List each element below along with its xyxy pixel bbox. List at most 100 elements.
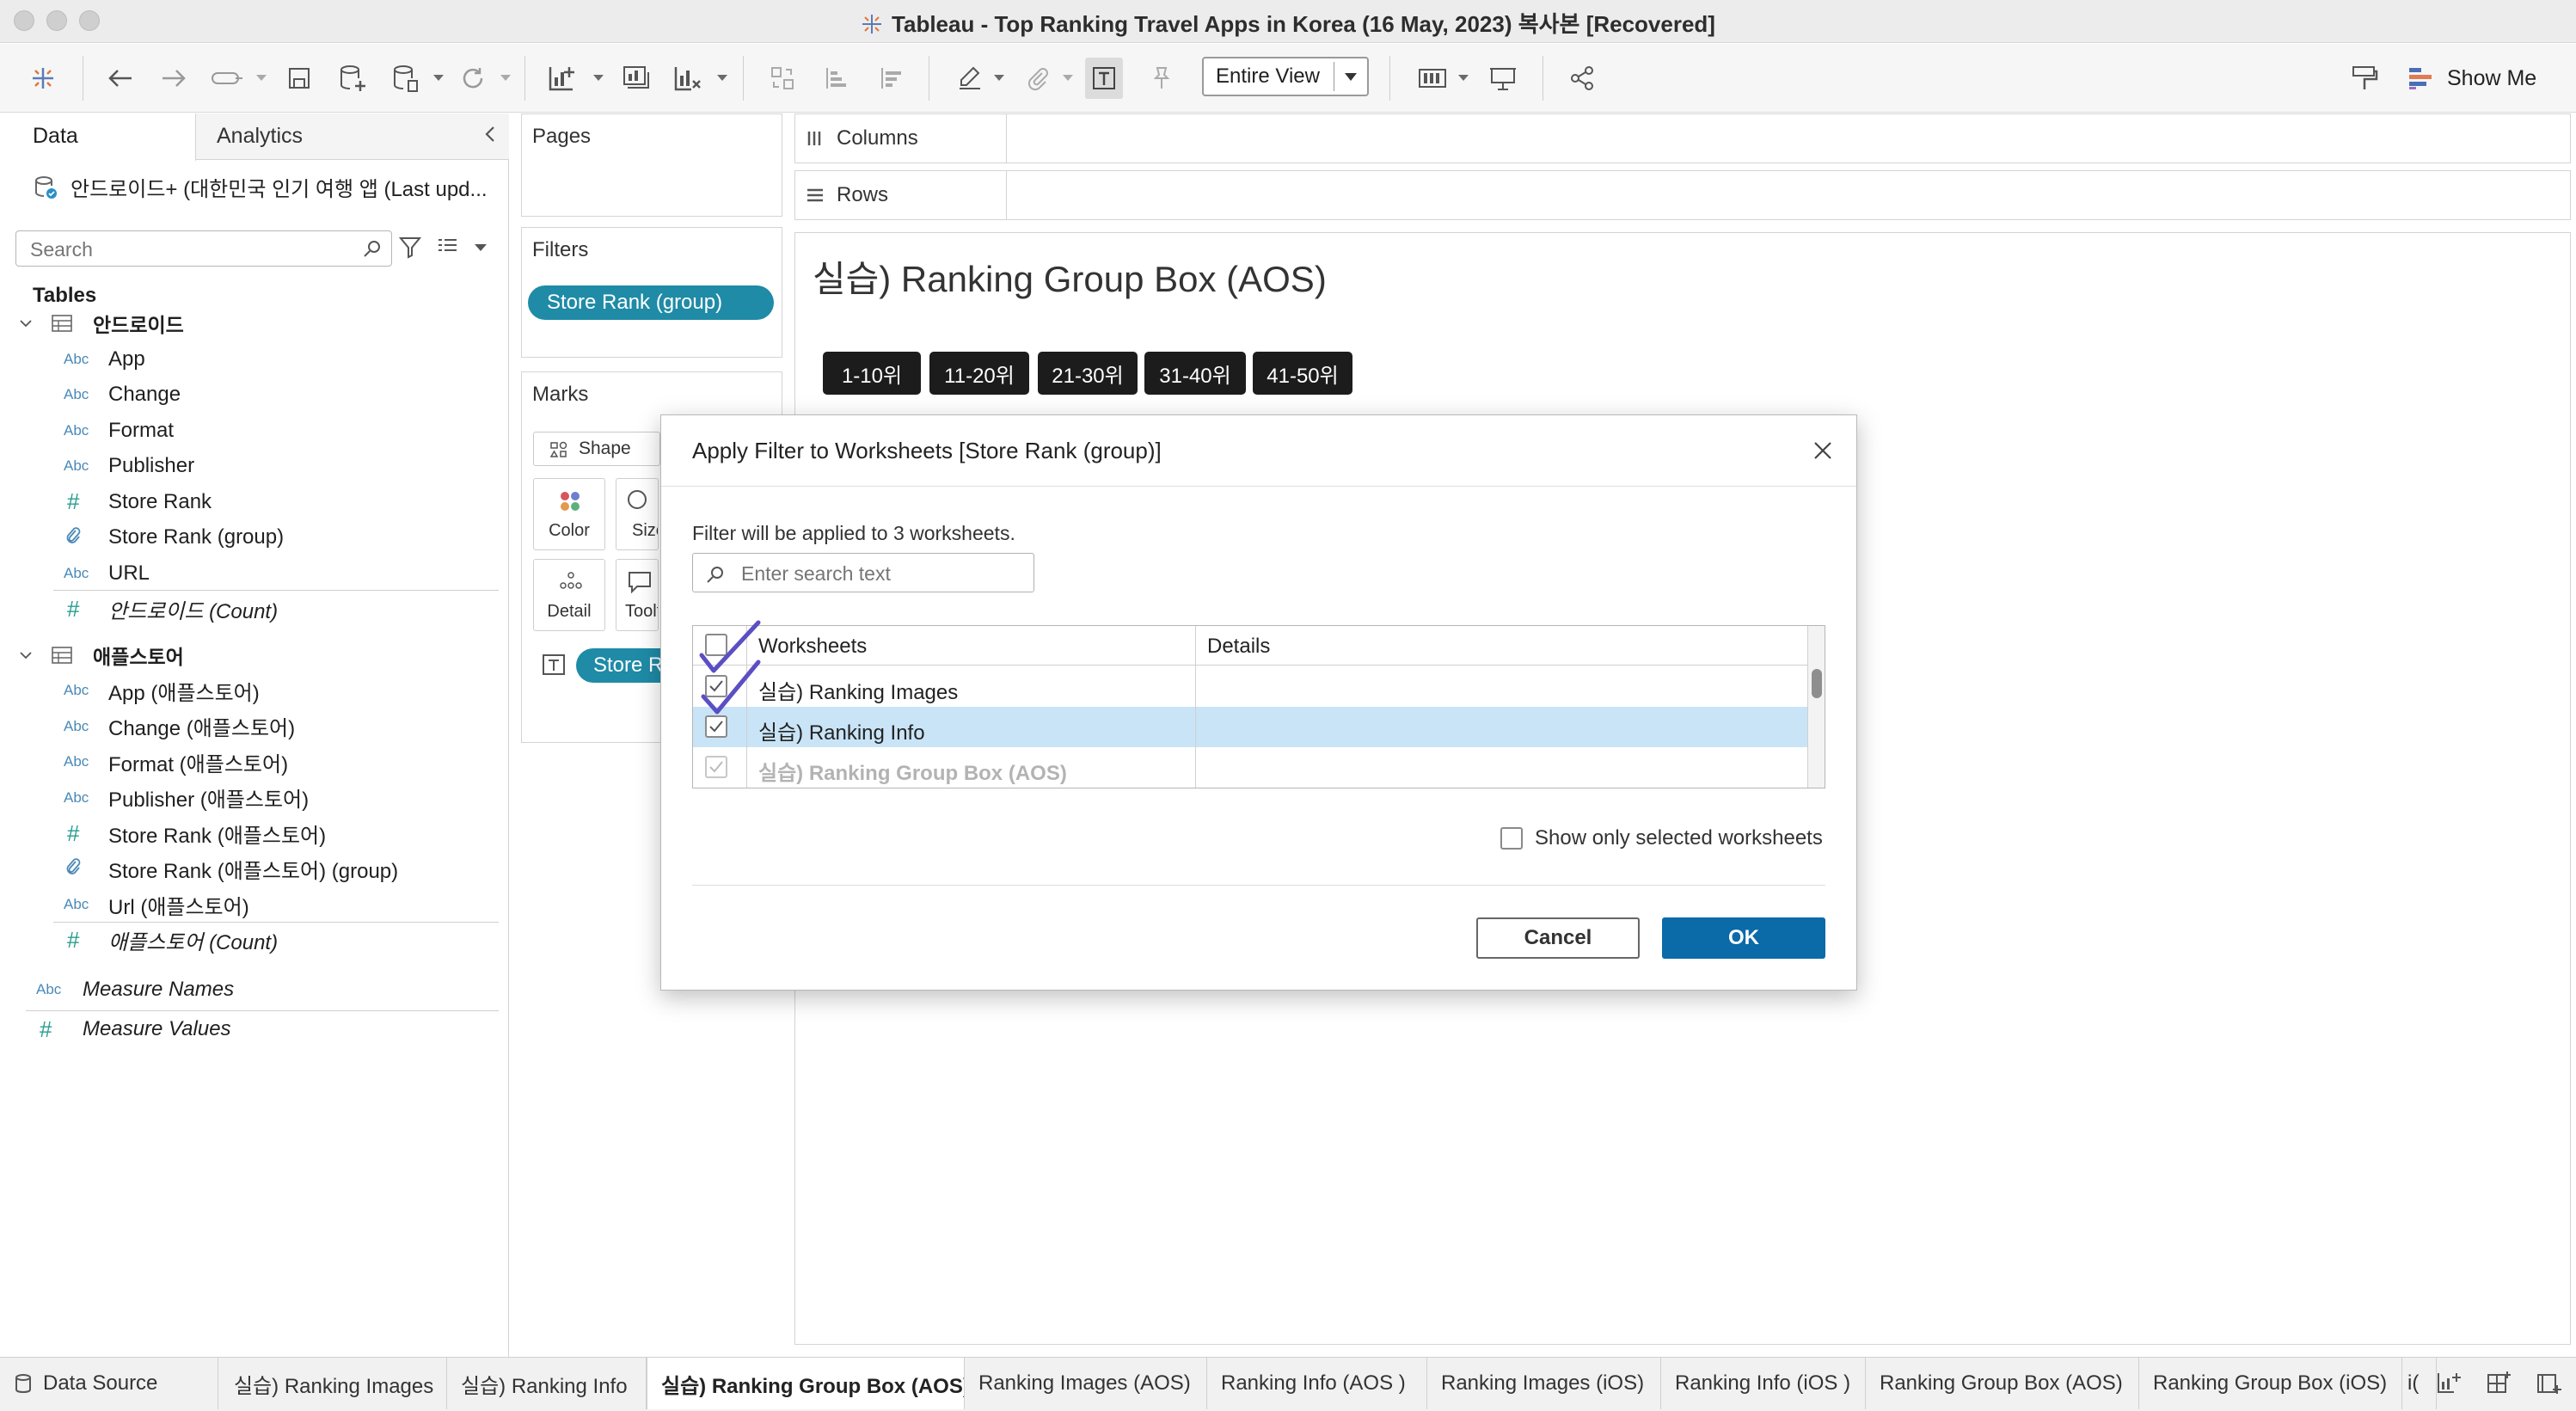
- text-mark-icon[interactable]: [542, 653, 566, 676]
- share-icon[interactable]: [1565, 61, 1599, 95]
- field-search-input[interactable]: [30, 238, 357, 261]
- tab-sheet[interactable]: Ranking Group Box (AOS): [1866, 1358, 2139, 1409]
- show-only-selected-checkbox[interactable]: [1500, 827, 1523, 850]
- field-item[interactable]: Abc App (애플스토어): [64, 673, 260, 708]
- tab-sheet[interactable]: Ranking Info (AOS ): [1207, 1358, 1427, 1409]
- field-item[interactable]: Store Rank (애플스토어) (group): [64, 852, 398, 886]
- save-icon[interactable]: [282, 61, 316, 95]
- field-search[interactable]: [15, 230, 392, 267]
- group-type-icon: [64, 856, 108, 881]
- sort-descending-icon[interactable]: [874, 61, 908, 95]
- new-dashboard-icon[interactable]: [2485, 1370, 2512, 1397]
- close-icon[interactable]: [1810, 438, 1836, 463]
- table-item[interactable]: 안드로이드: [19, 306, 184, 340]
- tab-sheet[interactable]: Ranking Images (iOS): [1427, 1358, 1661, 1409]
- tab-sheet[interactable]: 실습) Ranking Images: [220, 1358, 447, 1409]
- worksheet-checkbox[interactable]: [705, 715, 727, 738]
- tab-data[interactable]: Data: [0, 113, 196, 161]
- datasource-item[interactable]: 안드로이드+ (대한민국 인기 여행 앱 (Last upd...: [33, 172, 488, 202]
- field-item[interactable]: # 안드로이드 (Count): [64, 592, 278, 626]
- chevron-down-icon[interactable]: [19, 316, 33, 330]
- filter-pill-store-rank-group[interactable]: Store Rank (group): [528, 285, 774, 320]
- list-view-icon[interactable]: [435, 236, 459, 258]
- new-worksheet-icon[interactable]: [545, 61, 580, 95]
- detail-mark-button[interactable]: Detail: [533, 559, 605, 631]
- tooltip-mark-button[interactable]: Tooltip: [616, 559, 659, 631]
- field-item[interactable]: Store Rank (group): [64, 520, 284, 555]
- show-me-button[interactable]: Show Me: [2407, 64, 2536, 93]
- field-item[interactable]: Abc Format: [64, 414, 174, 448]
- tab-sheet[interactable]: Ranking Info (iOS ): [1661, 1358, 1866, 1409]
- show-cards-icon[interactable]: [1415, 61, 1450, 95]
- filter-icon[interactable]: [397, 234, 423, 260]
- marks-pill-store-rank-group[interactable]: Store Rank (group): [576, 648, 662, 683]
- measure-values-item[interactable]: # Measure Values: [36, 1012, 231, 1046]
- rank-button-4[interactable]: 31-40위: [1144, 352, 1246, 395]
- measure-names-item[interactable]: Abc Measure Names: [36, 972, 234, 1007]
- mark-type-dropdown[interactable]: Shape: [533, 432, 660, 466]
- refresh-icon[interactable]: [456, 61, 490, 95]
- field-item[interactable]: # Store Rank (애플스토어): [64, 816, 326, 850]
- number-type-icon: #: [67, 595, 80, 622]
- collapse-pane-icon[interactable]: [481, 124, 499, 150]
- string-type-icon: Abc: [64, 896, 89, 912]
- show-only-selected-option[interactable]: Show only selected worksheets: [1500, 826, 1823, 850]
- tab-sheet-active[interactable]: 실습) Ranking Group Box (AOS): [647, 1358, 965, 1409]
- swap-rows-columns-icon[interactable]: [765, 61, 800, 95]
- replay-icon[interactable]: [210, 61, 244, 95]
- clear-sheet-icon[interactable]: [671, 61, 705, 95]
- worksheet-row[interactable]: 실습) Ranking Info: [693, 707, 1807, 747]
- field-item[interactable]: # Store Rank: [64, 485, 212, 519]
- presentation-mode-icon[interactable]: [1486, 61, 1520, 95]
- new-datasource-icon[interactable]: [335, 61, 370, 95]
- rank-button-5[interactable]: 41-50위: [1253, 352, 1352, 395]
- rank-button-3[interactable]: 21-30위: [1038, 352, 1138, 395]
- tab-analytics[interactable]: Analytics: [217, 124, 303, 149]
- tab-sheet[interactable]: Ranking Group Box (iOS): [2139, 1358, 2402, 1409]
- field-item[interactable]: # 애플스토어 (Count): [64, 923, 278, 958]
- highlight-icon[interactable]: [953, 61, 987, 95]
- fix-axes-icon[interactable]: [1144, 61, 1178, 95]
- format-painter-icon[interactable]: [2347, 61, 2382, 95]
- rank-button-2[interactable]: 11-20위: [929, 352, 1029, 395]
- field-item[interactable]: Abc Change (애플스토어): [64, 709, 295, 744]
- worksheet-checkbox[interactable]: [705, 675, 727, 697]
- tab-data-source[interactable]: Data Source: [0, 1358, 218, 1409]
- select-all-checkbox[interactable]: [705, 634, 727, 656]
- cancel-button[interactable]: Cancel: [1476, 917, 1640, 959]
- rank-button-1[interactable]: 1-10위: [823, 352, 921, 395]
- chevron-down-icon[interactable]: [19, 648, 33, 662]
- field-item[interactable]: Abc Format (애플스토어): [64, 745, 288, 779]
- group-members-icon[interactable]: [1020, 61, 1054, 95]
- chevron-down-icon[interactable]: [475, 244, 487, 251]
- new-worksheet-icon[interactable]: [2435, 1370, 2463, 1397]
- sort-ascending-icon[interactable]: [819, 61, 853, 95]
- tab-sheet[interactable]: Ranking Images (AOS): [965, 1358, 1207, 1409]
- field-item[interactable]: Abc Publisher (애플스토어): [64, 781, 309, 815]
- tab-sheet[interactable]: i(: [2402, 1358, 2437, 1409]
- tab-sheet[interactable]: 실습) Ranking Info: [447, 1358, 647, 1409]
- worksheet-scrollbar[interactable]: [1807, 626, 1825, 788]
- show-mark-labels-icon[interactable]: [1085, 58, 1123, 99]
- pause-autoupdate-icon[interactable]: [389, 61, 423, 95]
- size-mark-button[interactable]: Size: [616, 478, 659, 550]
- duplicate-sheet-icon[interactable]: [619, 61, 653, 95]
- redo-icon[interactable]: [156, 61, 191, 95]
- color-mark-button[interactable]: Color: [533, 478, 605, 550]
- tableau-home-icon[interactable]: [26, 61, 60, 95]
- columns-shelf[interactable]: Columns: [794, 113, 2571, 163]
- worksheet-search[interactable]: [692, 553, 1034, 592]
- undo-icon[interactable]: [103, 61, 138, 95]
- field-item[interactable]: Abc URL: [64, 556, 150, 591]
- new-story-icon[interactable]: [2535, 1370, 2562, 1397]
- fit-dropdown[interactable]: Entire View: [1202, 57, 1369, 96]
- ok-button[interactable]: OK: [1662, 917, 1825, 959]
- worksheet-search-input[interactable]: [741, 562, 1025, 586]
- worksheet-row[interactable]: 실습) Ranking Images: [693, 666, 1807, 707]
- table-item[interactable]: 애플스토어: [19, 638, 184, 672]
- field-item[interactable]: Abc Change: [64, 377, 181, 412]
- field-item[interactable]: Abc Publisher: [64, 449, 194, 483]
- field-item[interactable]: Abc App: [64, 342, 145, 377]
- rows-shelf[interactable]: Rows: [794, 170, 2571, 220]
- field-item[interactable]: Abc Url (애플스토어): [64, 887, 249, 922]
